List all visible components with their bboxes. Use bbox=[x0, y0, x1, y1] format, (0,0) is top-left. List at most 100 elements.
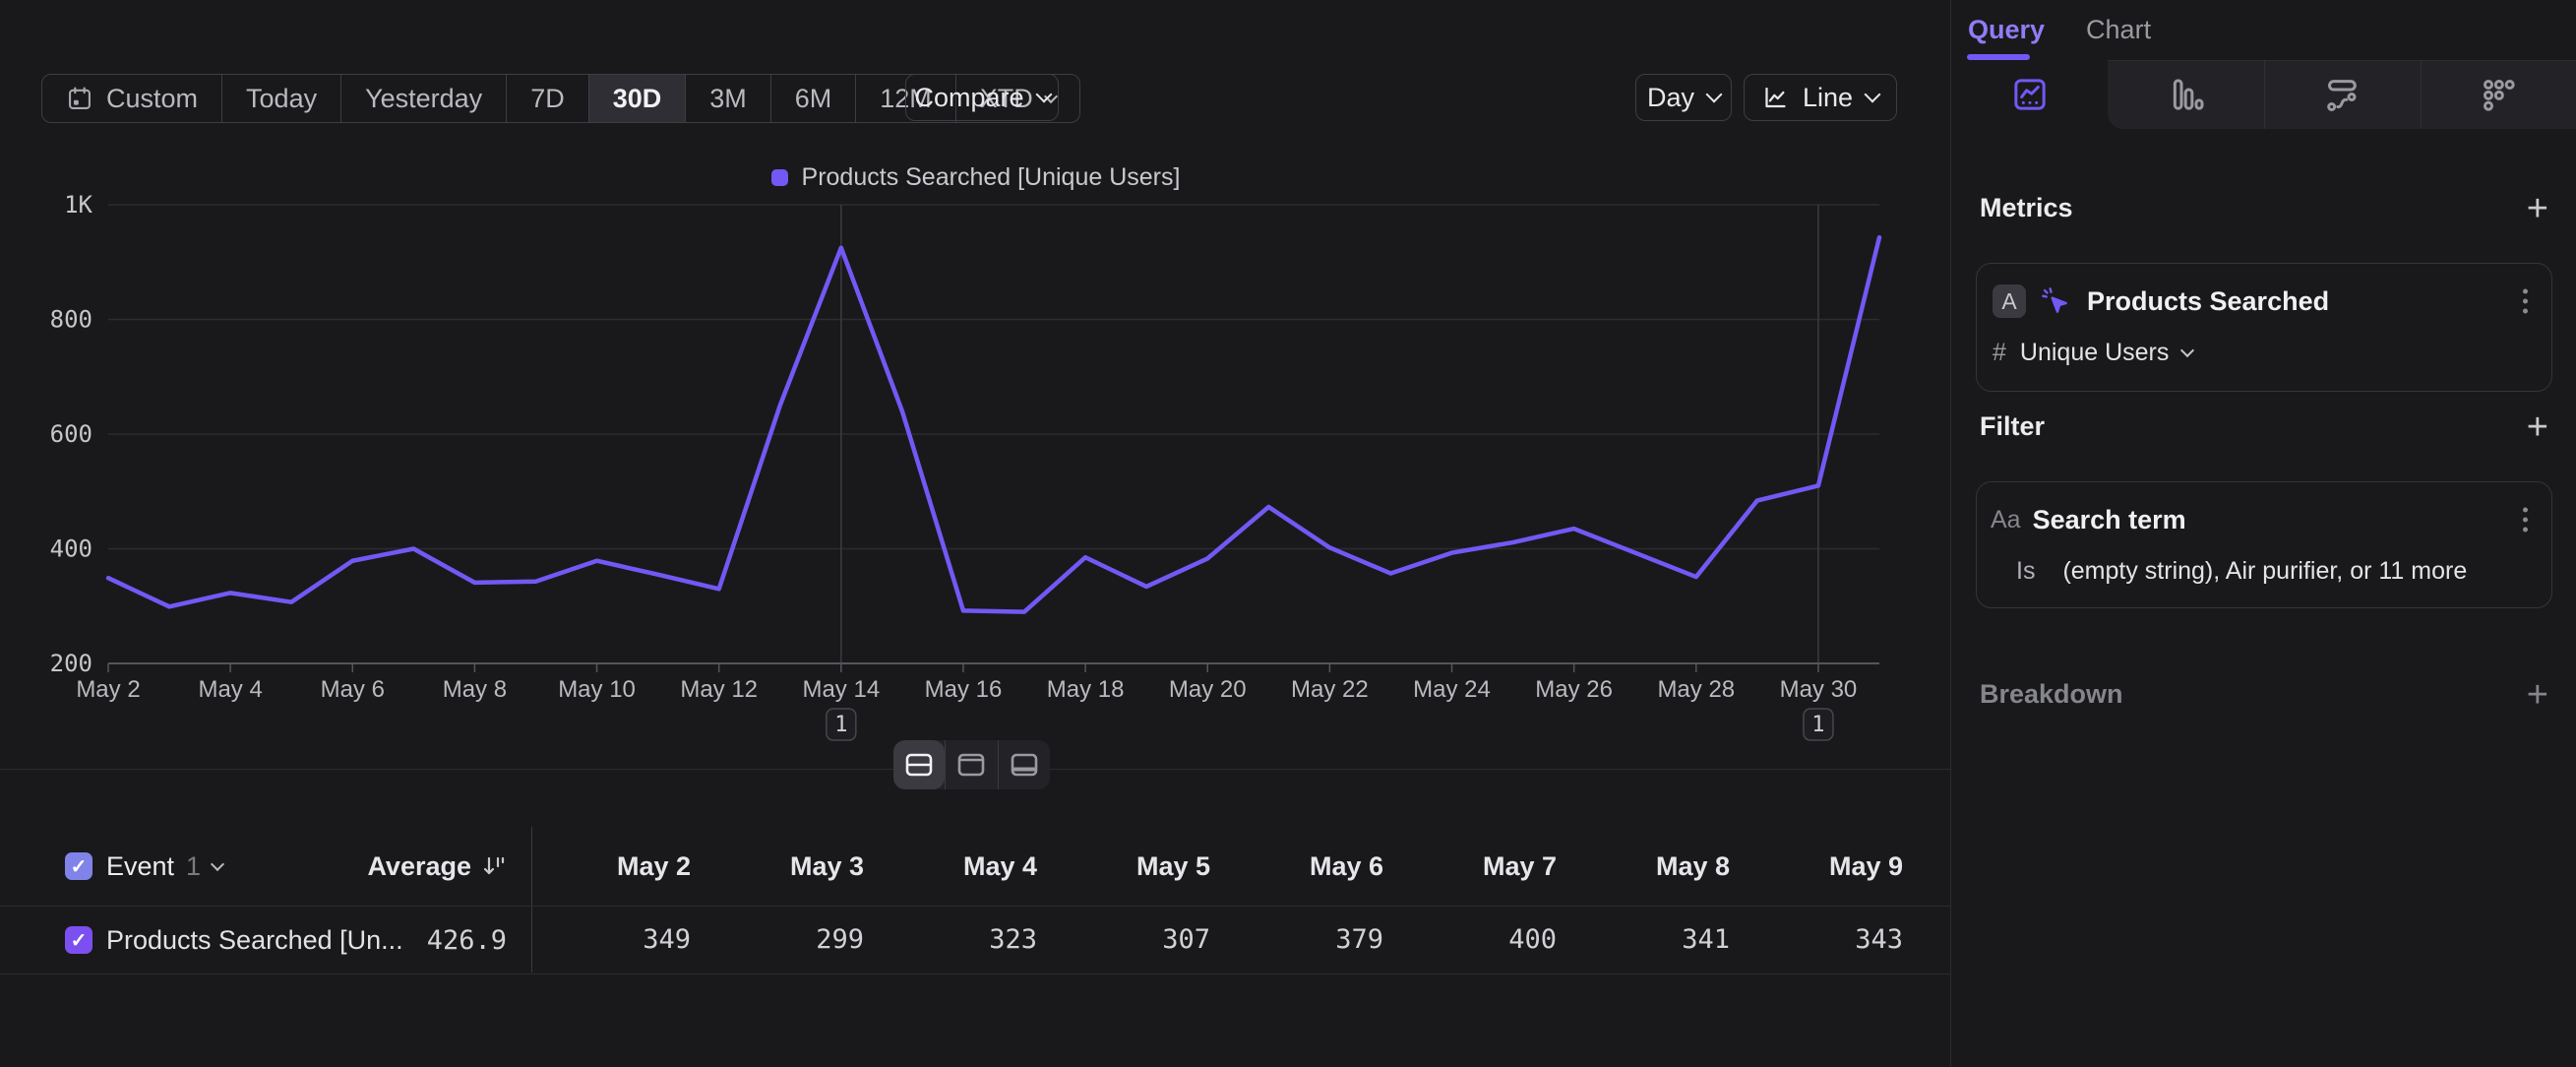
layout-toggle-group bbox=[893, 740, 1050, 789]
range-today[interactable]: Today bbox=[221, 75, 340, 122]
panel-tabs: Query Chart bbox=[1952, 0, 2576, 60]
svg-text:May 18: May 18 bbox=[1047, 676, 1125, 703]
metrics-heading: Metrics bbox=[1980, 193, 2073, 223]
funnels-icon bbox=[2167, 75, 2206, 114]
table-cell: 349 bbox=[531, 907, 705, 973]
svg-text:1: 1 bbox=[834, 713, 847, 737]
svg-text:800: 800 bbox=[50, 306, 92, 334]
chevron-down-icon bbox=[1035, 87, 1052, 103]
svg-text:May 30: May 30 bbox=[1780, 676, 1858, 703]
table-cell: 400 bbox=[1397, 907, 1570, 973]
metric-letter-badge: A bbox=[1993, 284, 2026, 318]
select-all-checkbox[interactable]: ✓ bbox=[65, 852, 92, 880]
compare-button[interactable]: Compare bbox=[905, 74, 1059, 121]
svg-text:1: 1 bbox=[1811, 713, 1824, 737]
table-col-header: May 5 bbox=[1051, 827, 1224, 906]
table-data-row: ✓ Products Searched [Un... 426.9 3492993… bbox=[0, 907, 1951, 974]
main-area: CustomTodayYesterday7D30D3M6M12MXTD Comp… bbox=[0, 0, 1951, 1067]
filter-card[interactable]: Aa Search term Is (empty string), Air pu… bbox=[1976, 481, 2552, 608]
svg-text:May 10: May 10 bbox=[558, 676, 636, 703]
events-table: ✓ Event 1 Average May 2May 3May 4May 5Ma… bbox=[0, 827, 1951, 974]
layout-split-view-button[interactable] bbox=[893, 740, 945, 789]
line-chart[interactable]: 1K800600400200May 2May 4May 6May 8May 10… bbox=[0, 138, 1951, 778]
svg-text:May 20: May 20 bbox=[1169, 676, 1247, 703]
series-average: 426.9 bbox=[276, 907, 507, 973]
svg-text:200: 200 bbox=[50, 650, 92, 677]
line-chart-icon bbox=[1762, 83, 1789, 112]
sort-descending-icon bbox=[481, 853, 507, 879]
range-7d[interactable]: 7D bbox=[506, 75, 588, 122]
calendar-icon bbox=[66, 85, 93, 112]
granularity-label: Day bbox=[1647, 83, 1694, 113]
flows-icon bbox=[2322, 75, 2361, 114]
table-col-header: May 7 bbox=[1397, 827, 1570, 906]
chart-type-label: Line bbox=[1803, 83, 1853, 113]
svg-text:May 2: May 2 bbox=[76, 676, 140, 703]
layout-chart-only-button[interactable] bbox=[945, 740, 997, 789]
series-checkbox[interactable]: ✓ bbox=[65, 926, 92, 954]
metric-card[interactable]: A Products Searched # Unique Users bbox=[1976, 263, 2552, 392]
range-custom[interactable]: Custom bbox=[42, 75, 221, 122]
svg-text:May 14: May 14 bbox=[802, 676, 880, 703]
filter-menu-button[interactable] bbox=[2519, 504, 2532, 536]
range-3m[interactable]: 3M bbox=[685, 75, 770, 122]
metric-menu-button[interactable] bbox=[2519, 285, 2532, 318]
text-property-icon: Aa bbox=[1991, 506, 2021, 534]
svg-text:May 8: May 8 bbox=[443, 676, 507, 703]
range-30d[interactable]: 30D bbox=[588, 75, 686, 122]
range-6m[interactable]: 6M bbox=[770, 75, 856, 122]
table-col-header: May 9 bbox=[1744, 827, 1917, 906]
add-breakdown-button[interactable]: + bbox=[2527, 680, 2548, 710]
svg-text:May 28: May 28 bbox=[1657, 676, 1735, 703]
table-cell: 307 bbox=[1051, 907, 1224, 973]
chevron-down-icon bbox=[211, 857, 224, 871]
event-dropdown[interactable]: Event 1 bbox=[106, 827, 222, 906]
chevron-down-icon bbox=[1865, 87, 1881, 103]
filter-condition[interactable]: Is (empty string), Air purifier, or 11 m… bbox=[2016, 553, 2536, 589]
tab-flows[interactable] bbox=[2264, 60, 2421, 129]
breakdown-section-header: Breakdown + bbox=[1980, 679, 2548, 710]
insights-icon bbox=[2010, 75, 2050, 114]
table-cell: 299 bbox=[705, 907, 878, 973]
annotation-badge[interactable]: 1 bbox=[1804, 709, 1833, 740]
filter-value: (empty string), Air purifier, or 11 more bbox=[2062, 557, 2467, 586]
table-header-row: ✓ Event 1 Average May 2May 3May 4May 5Ma… bbox=[0, 827, 1951, 907]
tab-funnels[interactable] bbox=[2109, 60, 2265, 129]
metric-event-name: Products Searched bbox=[2087, 286, 2329, 317]
tab-insights[interactable] bbox=[1952, 60, 2109, 129]
report-type-tabs bbox=[1952, 60, 2576, 129]
tab-retention[interactable] bbox=[2421, 60, 2576, 129]
table-col-header: May 8 bbox=[1570, 827, 1744, 906]
add-metric-button[interactable]: + bbox=[2527, 194, 2548, 223]
svg-text:May 24: May 24 bbox=[1413, 676, 1491, 703]
table-col-header: May 4 bbox=[878, 827, 1051, 906]
bottom-bar-view-icon bbox=[1011, 753, 1038, 777]
chevron-down-icon bbox=[1706, 87, 1723, 103]
compare-label: Compare bbox=[914, 83, 1023, 113]
range-yesterday[interactable]: Yesterday bbox=[340, 75, 506, 122]
event-count: 1 bbox=[186, 851, 201, 882]
aggregation-label: Unique Users bbox=[2020, 339, 2169, 367]
svg-text:May 4: May 4 bbox=[198, 676, 262, 703]
top-bar-view-icon bbox=[957, 753, 985, 777]
svg-text:400: 400 bbox=[50, 535, 92, 563]
average-column-header[interactable]: Average bbox=[276, 827, 507, 906]
table-cell: 323 bbox=[878, 907, 1051, 973]
number-icon: # bbox=[1993, 339, 2006, 367]
layout-table-only-button[interactable] bbox=[998, 740, 1050, 789]
add-filter-button[interactable]: + bbox=[2527, 412, 2548, 442]
metric-aggregation[interactable]: # Unique Users bbox=[1993, 335, 2536, 370]
filter-heading: Filter bbox=[1980, 411, 2045, 442]
table-cell: 343 bbox=[1744, 907, 1917, 973]
series-line bbox=[108, 237, 1879, 611]
filter-section-header: Filter + bbox=[1980, 411, 2548, 442]
chart-type-button[interactable]: Line bbox=[1744, 74, 1897, 121]
svg-text:May 6: May 6 bbox=[321, 676, 385, 703]
tab-chart[interactable]: Chart bbox=[2086, 15, 2151, 45]
granularity-button[interactable]: Day bbox=[1635, 74, 1732, 121]
tab-query[interactable]: Query bbox=[1968, 15, 2045, 45]
filter-operator: Is bbox=[2016, 557, 2035, 586]
chevron-down-icon bbox=[2180, 344, 2194, 357]
svg-text:600: 600 bbox=[50, 420, 92, 448]
annotation-badge[interactable]: 1 bbox=[827, 709, 856, 740]
